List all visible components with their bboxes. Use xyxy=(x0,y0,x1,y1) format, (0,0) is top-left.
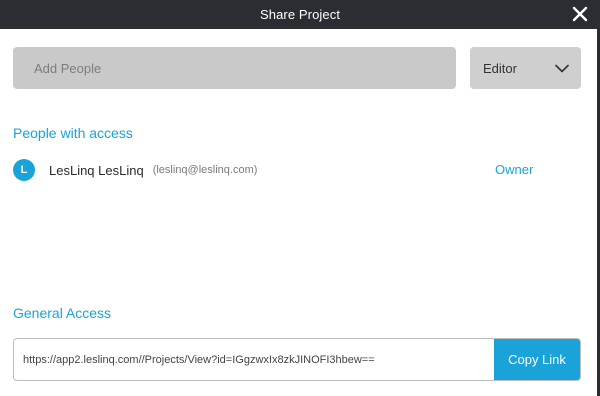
general-access-heading: General Access xyxy=(13,305,112,321)
person-row: L LesLinq LesLinq (leslinq@leslinq.com) … xyxy=(13,158,583,182)
person-role[interactable]: Owner xyxy=(495,162,533,177)
copy-link-button[interactable]: Copy Link xyxy=(494,339,580,380)
avatar: L xyxy=(13,159,35,181)
share-link-text[interactable]: https://app2.leslinq.com//Projects/View?… xyxy=(14,339,494,380)
close-button[interactable] xyxy=(570,4,590,24)
share-link-field: https://app2.leslinq.com//Projects/View?… xyxy=(13,338,581,381)
role-select[interactable]: Editor xyxy=(470,47,581,89)
role-select-value: Editor xyxy=(483,60,517,76)
close-icon xyxy=(572,6,588,22)
person-email: (leslinq@leslinq.com) xyxy=(152,164,258,176)
dialog-titlebar: Share Project xyxy=(0,0,600,29)
person-name: LesLinq LesLinq xyxy=(49,162,144,178)
dialog-title: Share Project xyxy=(259,7,341,22)
people-with-access-heading: People with access xyxy=(13,125,133,141)
chevron-down-icon xyxy=(555,64,569,72)
add-people-input[interactable] xyxy=(13,47,456,89)
